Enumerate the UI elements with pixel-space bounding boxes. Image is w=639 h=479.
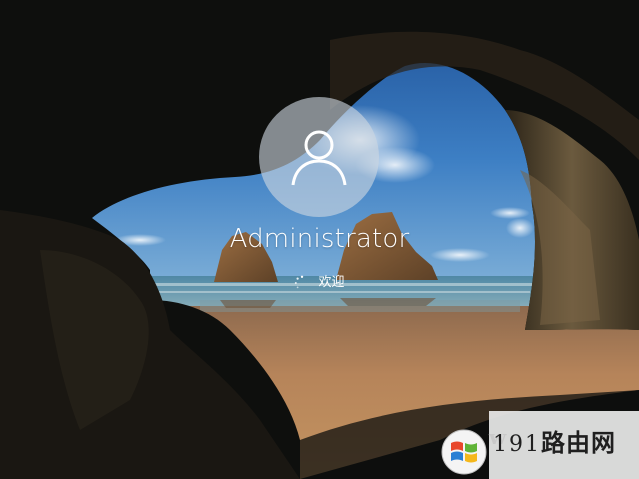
sign-in-status: 欢迎 bbox=[0, 275, 639, 291]
loading-spinner-icon bbox=[295, 275, 304, 289]
watermark-number: 191 bbox=[493, 432, 541, 457]
site-watermark: w 191 路由网 bbox=[441, 411, 639, 479]
user-avatar bbox=[259, 97, 379, 217]
user-name: Administrator bbox=[229, 224, 410, 254]
status-text: 欢迎 bbox=[318, 275, 345, 290]
lock-screen: Administrator 欢迎 w 191 路由网 bbox=[0, 0, 639, 479]
user-silhouette-icon bbox=[291, 130, 347, 186]
windows-logo-icon bbox=[441, 429, 487, 475]
watermark-text: 路由网 bbox=[541, 428, 616, 457]
